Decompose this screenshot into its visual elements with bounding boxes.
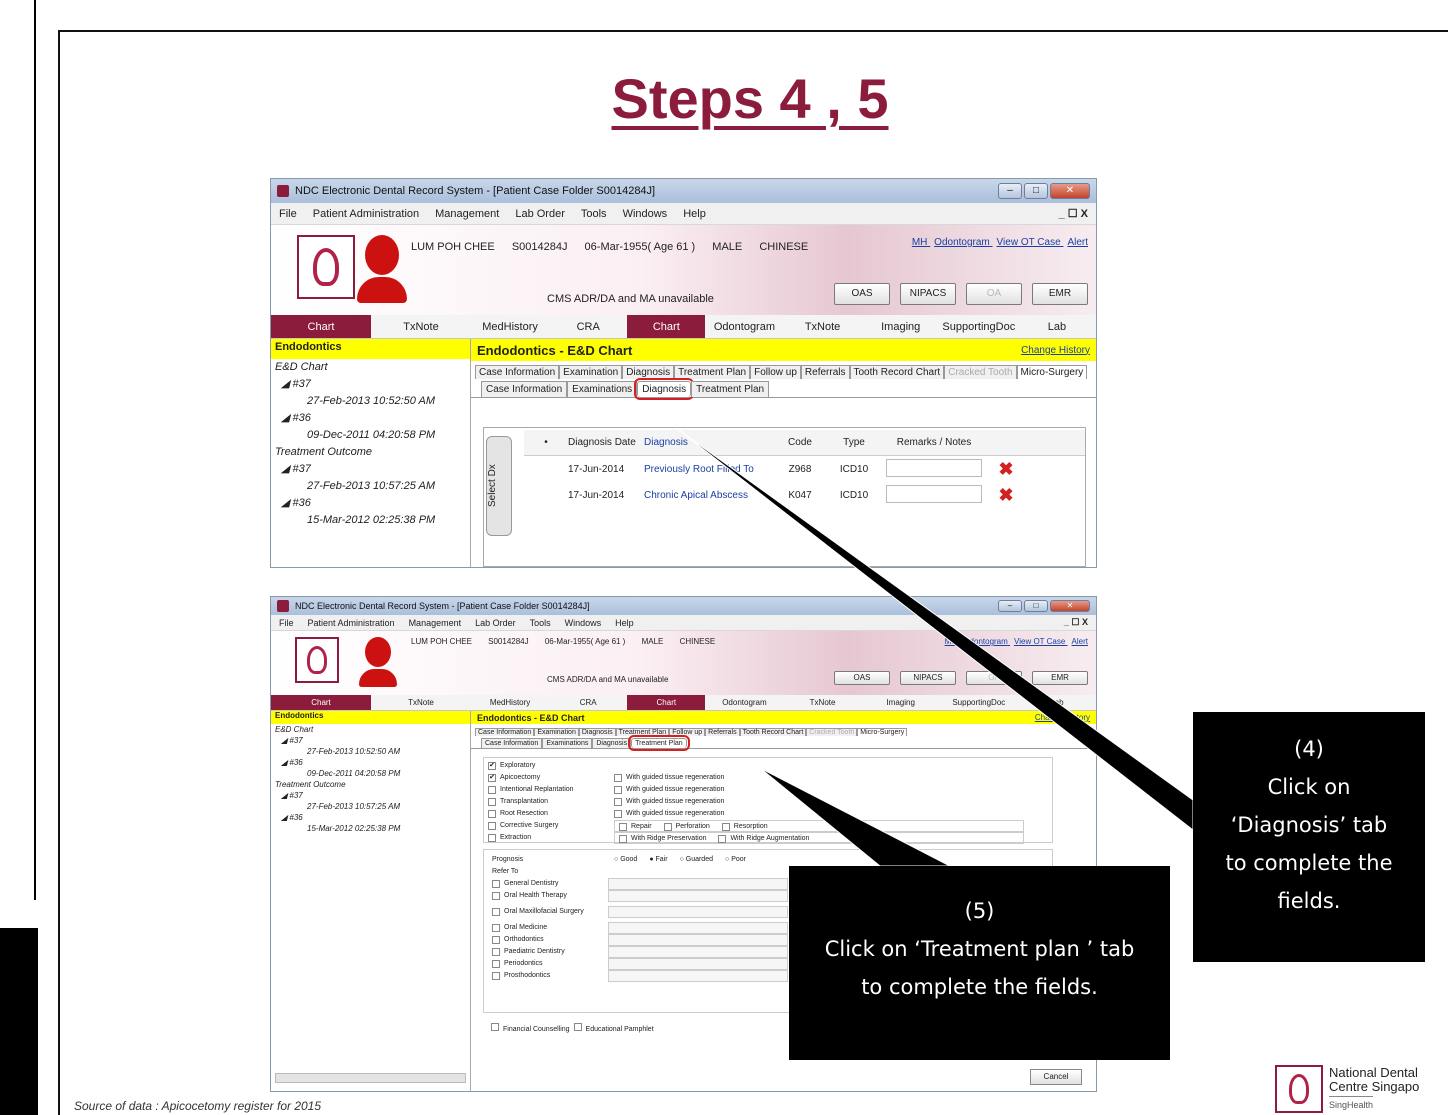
logo-line1: National Dental <box>1329 1064 1418 1080</box>
ndc-logo-icon <box>1275 1064 1323 1113</box>
callout-step4-line: Click on <box>1267 775 1351 799</box>
callout-step5-line: Click on ‘Treatment plan ’ tab <box>824 937 1135 961</box>
callout-step4: (4) Click on ‘Diagnosis’ tab to complete… <box>1193 712 1425 962</box>
callout-step5-line: to complete the fields. <box>861 975 1098 999</box>
logo-line2: Centre Singapo <box>1329 1078 1420 1094</box>
callout-step5: (5) Click on ‘Treatment plan ’ tab to co… <box>789 866 1170 1060</box>
pointer-step4-outline <box>675 427 1194 832</box>
ndc-footer-logo: National Dental Centre Singapo SingHealt… <box>1275 1062 1453 1115</box>
callout-step4-line: ‘Diagnosis’ tab <box>1230 813 1388 837</box>
ndc-logo-text: National Dental Centre Singapo SingHealt… <box>1329 1064 1420 1112</box>
source-note: Source of data : Apicocetomy register fo… <box>74 1099 322 1113</box>
callout-step4-line: fields. <box>1277 889 1341 913</box>
logo-line3: SingHealth <box>1329 1095 1374 1112</box>
callout-step5-line: (5) <box>964 899 995 923</box>
pointer-step5-outline <box>759 767 951 867</box>
callout-step4-line: to complete the <box>1225 851 1393 875</box>
callout-step4-line: (4) <box>1294 737 1324 761</box>
